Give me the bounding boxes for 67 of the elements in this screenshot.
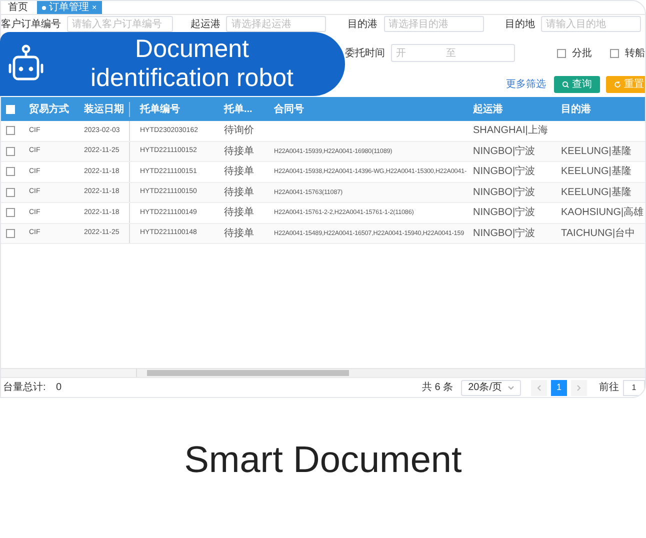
table-cell-text: 待接单: [224, 186, 254, 200]
checkbox[interactable]: [610, 48, 619, 58]
more-filters-link[interactable]: 更多筛选: [506, 76, 546, 92]
input-field[interactable]: 请选择起运港: [226, 16, 326, 32]
checkbox[interactable]: [6, 146, 14, 156]
total-value: 0: [56, 381, 62, 395]
checkbox[interactable]: [6, 208, 14, 218]
filter-label: 委托时间: [345, 46, 385, 60]
table-cell-text: SHANGHAI|上海: [473, 124, 548, 138]
checkbox[interactable]: [6, 228, 14, 238]
checkbox[interactable]: [557, 48, 566, 58]
table-cell-text: TAICHUNG|台中: [561, 226, 636, 241]
filter-label: 客户订单编号: [1, 18, 61, 32]
checkbox[interactable]: [6, 188, 14, 197]
column-header[interactable]: 托单编号: [140, 104, 180, 114]
caption: Smart Document: [184, 438, 462, 482]
search-icon: [562, 80, 569, 88]
reset-button[interactable]: 重置: [606, 76, 645, 92]
tab[interactable]: 首页: [3, 1, 33, 14]
table-cell-text: 待询价: [224, 124, 254, 138]
filter-label: 目的港: [348, 18, 378, 32]
table-cell-text: KEELUNG|基隆: [561, 186, 632, 200]
table-cell-text: KEELUNG|基隆: [561, 164, 632, 180]
table-cell-text: 待接单: [224, 226, 254, 241]
table-cell-text: NINGBO|宁波: [473, 206, 536, 220]
checkbox[interactable]: [6, 126, 14, 136]
column-header[interactable]: 起运港: [473, 104, 503, 114]
table-cell-text: KAOHSIUNG|高雄: [561, 206, 644, 220]
record-count: 共 6 条: [422, 380, 454, 395]
table-cell-text: KEELUNG|基隆: [561, 144, 632, 159]
column-header[interactable]: 托单...: [224, 104, 252, 114]
previous-page-button[interactable]: [531, 380, 547, 396]
column-header[interactable]: 贸易方式: [29, 104, 69, 114]
checkbox-label: 转船: [625, 46, 645, 60]
next-page-button[interactable]: [571, 380, 587, 396]
scrollbar-thumb[interactable]: [147, 370, 349, 376]
table-cell-text: 待接单: [224, 206, 254, 220]
table-cell-text: NINGBO|宁波: [473, 144, 536, 159]
close-icon[interactable]: ×: [92, 2, 97, 14]
input-field[interactable]: 请输入目的地: [540, 16, 641, 32]
chevron-left-icon: [537, 384, 541, 390]
page-button[interactable]: 1: [551, 380, 567, 396]
filter-label: 起运港: [190, 18, 220, 32]
input-field[interactable]: 请输入客户订单编号: [67, 16, 173, 32]
filter-label: 目的地: [504, 18, 535, 32]
total-label: 台量总计:: [3, 380, 47, 395]
table-cell-text: NINGBO|宁波: [473, 226, 536, 241]
chevron-down-icon: [508, 386, 514, 390]
table-cell-text: 待接单: [224, 144, 254, 159]
page-size-select[interactable]: 20条/页: [461, 380, 521, 396]
tab[interactable]: 订单管理 ×: [37, 1, 102, 14]
checkbox[interactable]: [6, 167, 14, 176]
table-cell-text: 待接单: [224, 164, 254, 180]
input-field[interactable]: 请选择目的港: [384, 16, 484, 32]
chevron-right-icon: [577, 384, 581, 390]
column-header[interactable]: 目的港: [561, 104, 591, 114]
badge-title: Document identification robot: [90, 35, 294, 93]
search-button[interactable]: 查询: [554, 76, 600, 92]
column-header[interactable]: 合同号: [274, 104, 304, 114]
date-range-field[interactable]: 开 至: [391, 44, 515, 62]
refresh-icon: [614, 80, 621, 88]
goto-page-field[interactable]: 1: [623, 380, 645, 396]
checkbox-label: 分批: [572, 46, 592, 60]
goto-label: 前往: [599, 380, 619, 395]
table-cell-text: NINGBO|宁波: [473, 186, 536, 200]
table-cell-text: NINGBO|宁波: [473, 164, 536, 180]
column-header[interactable]: 装运日期: [84, 104, 124, 114]
